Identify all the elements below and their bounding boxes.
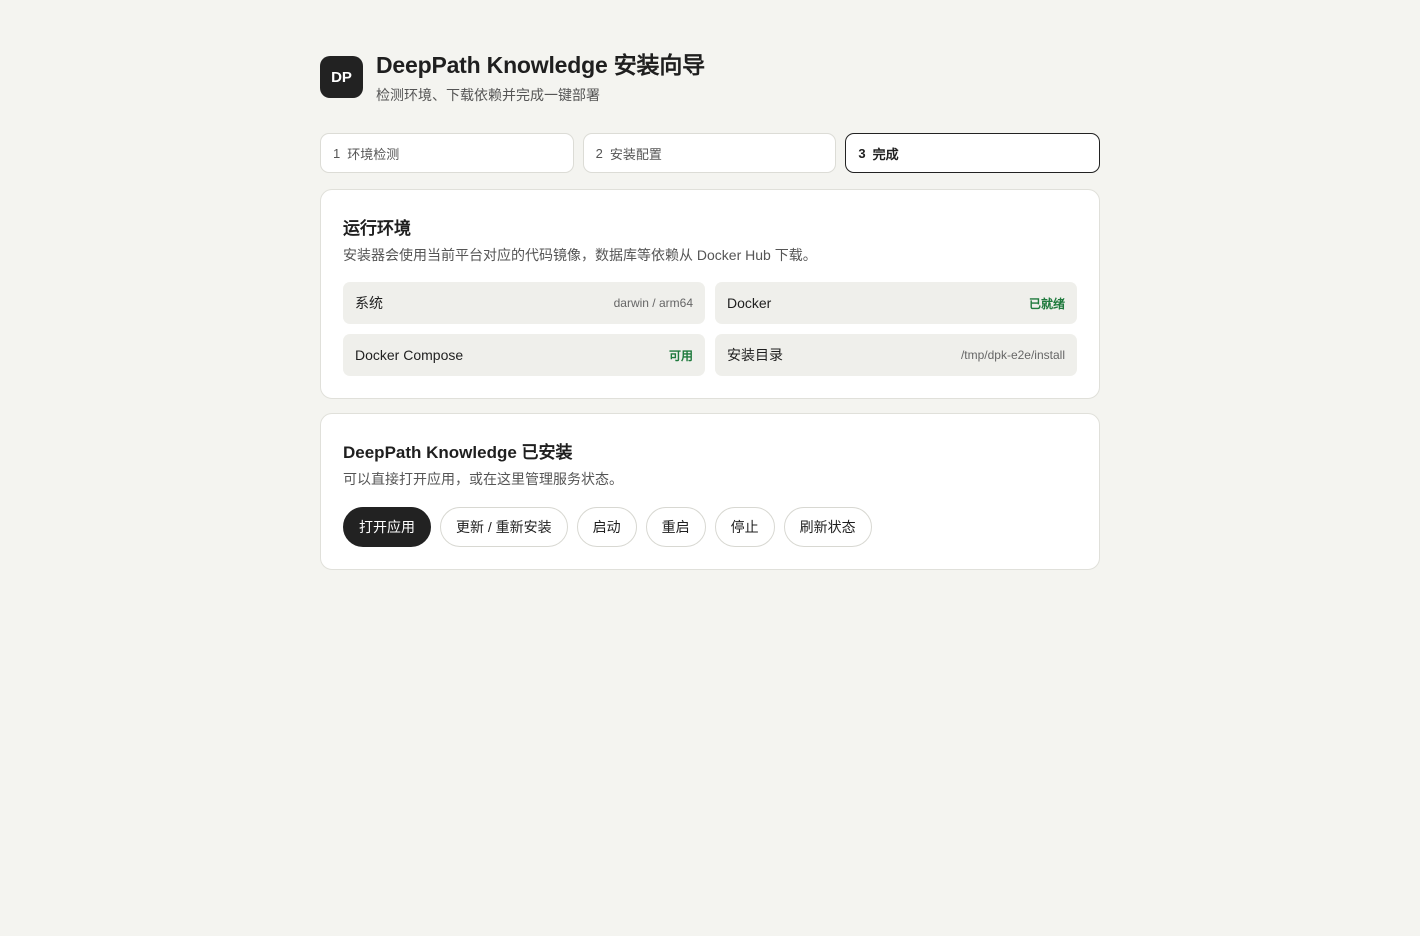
header-titles: DeepPath Knowledge 安装向导 检测环境、下载依赖并完成一键部署 — [376, 52, 705, 103]
start-button[interactable]: 启动 — [576, 507, 637, 547]
open-app-button[interactable]: 打开应用 — [343, 507, 431, 547]
step-install-config[interactable]: 2 安装配置 — [582, 133, 837, 173]
status-badge: 已就绪 — [1028, 296, 1065, 311]
env-item-label: 系统 — [355, 295, 383, 311]
env-item-label: Docker — [727, 295, 772, 311]
env-item-label: Docker Compose — [355, 347, 464, 363]
env-item-docker: Docker 已就绪 — [715, 282, 1077, 324]
step-number: 1 — [333, 145, 341, 161]
environment-card: 运行环境 安装器会使用当前平台对应的代码镜像，数据库等依赖从 Docker Hu… — [320, 189, 1100, 399]
step-label: 完成 — [872, 146, 899, 162]
env-item-install-dir: 安装目录 /tmp/dpk-e2e/install — [715, 334, 1077, 376]
step-label: 环境检测 — [347, 146, 400, 162]
header: DP DeepPath Knowledge 安装向导 检测环境、下载依赖并完成一… — [320, 52, 705, 103]
service-actions: 打开应用 更新 / 重新安装 启动 重启 停止 刷新状态 — [343, 507, 872, 547]
step-complete[interactable]: 3 完成 — [845, 133, 1101, 173]
step-number: 2 — [595, 145, 603, 161]
app-logo: DP — [320, 56, 363, 98]
installed-title: DeepPath Knowledge 已安装 — [343, 443, 573, 462]
restart-button[interactable]: 重启 — [645, 507, 706, 547]
wizard-steps: 1 环境检测 2 安装配置 3 完成 — [320, 133, 1101, 173]
status-badge: 可用 — [668, 348, 693, 363]
environment-title: 运行环境 — [343, 219, 411, 238]
env-item-value: darwin / arm64 — [613, 296, 693, 310]
refresh-status-button[interactable]: 刷新状态 — [783, 507, 872, 547]
page-subtitle: 检测环境、下载依赖并完成一键部署 — [376, 87, 600, 103]
page-title: DeepPath Knowledge 安装向导 — [376, 52, 705, 78]
installed-card: DeepPath Knowledge 已安装 可以直接打开应用，或在这里管理服务… — [320, 413, 1100, 570]
step-number: 3 — [858, 145, 866, 161]
env-item-docker-compose: Docker Compose 可用 — [343, 334, 705, 376]
env-item-value: /tmp/dpk-e2e/install — [960, 348, 1065, 362]
step-environment-check[interactable]: 1 环境检测 — [320, 133, 574, 173]
reinstall-button[interactable]: 更新 / 重新安装 — [440, 507, 568, 547]
step-label: 安装配置 — [609, 146, 662, 162]
env-item-system: 系统 darwin / arm64 — [343, 282, 705, 324]
env-item-label: 安装目录 — [727, 347, 783, 363]
installed-description: 可以直接打开应用，或在这里管理服务状态。 — [343, 471, 623, 487]
stop-button[interactable]: 停止 — [714, 507, 775, 547]
environment-description: 安装器会使用当前平台对应的代码镜像，数据库等依赖从 Docker Hub 下载。 — [343, 247, 817, 263]
